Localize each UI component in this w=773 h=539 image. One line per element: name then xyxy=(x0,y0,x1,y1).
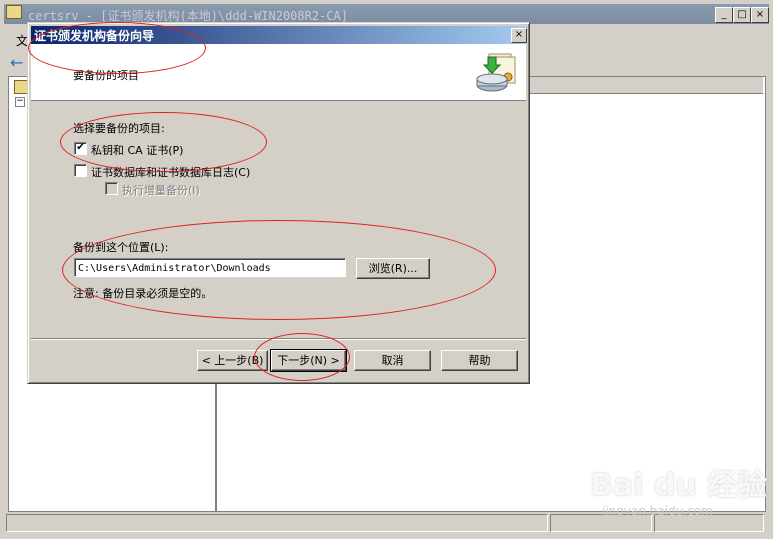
incremental-label: 执行增量备份(I) xyxy=(122,184,200,197)
private-key-label[interactable]: 私钥和 CA 证书(P) xyxy=(91,142,183,158)
certificate-backup-icon xyxy=(476,53,516,92)
cancel-button[interactable]: 取消 xyxy=(354,350,431,371)
browse-button[interactable]: 浏览(R)... xyxy=(356,258,430,279)
back-arrow-icon[interactable]: ← xyxy=(10,55,28,71)
database-checkbox[interactable] xyxy=(74,164,87,177)
backup-location-input[interactable]: C:\Users\Administrator\Downloads xyxy=(74,258,346,277)
baidu-watermark-url: jingyan.baidu.com xyxy=(602,504,713,518)
maximize-button[interactable]: □ xyxy=(733,7,751,23)
empty-directory-note: 注意: 备份目录必须是空的。 xyxy=(73,287,213,300)
certsrv-icon xyxy=(6,5,22,19)
items-label: 选择要备份的项目: xyxy=(73,122,165,135)
location-label: 备份到这个位置(L): xyxy=(73,241,169,254)
incremental-checkbox[interactable] xyxy=(105,182,118,195)
minimize-button[interactable]: _ xyxy=(715,7,733,23)
help-button[interactable]: 帮助 xyxy=(441,350,518,371)
backup-wizard-dialog: 证书颁发机构备份向导 × 要备份的项目 选择要备份的项目: ✔ 私钥和 CA 证… xyxy=(27,22,530,384)
wizard-header: 要备份的项目 xyxy=(31,44,526,101)
wizard-close-button[interactable]: × xyxy=(511,28,527,43)
menu-file[interactable]: 文 xyxy=(8,28,28,48)
wizard-title: 证书颁发机构备份向导 xyxy=(34,29,155,43)
private-key-checkbox[interactable]: ✔ xyxy=(74,142,87,155)
close-button[interactable]: × xyxy=(751,7,769,23)
status-cell xyxy=(6,514,548,532)
ca-node-icon[interactable] xyxy=(14,80,28,94)
mmc-title-bar: certsrv - [证书颁发机构(本地)\ddd-WIN2008R2-CA] … xyxy=(4,4,769,24)
back-button[interactable]: < 上一步(B) xyxy=(197,350,268,371)
wizard-header-text: 要备份的项目 xyxy=(73,69,139,82)
tree-collapse-icon[interactable]: − xyxy=(15,97,25,107)
database-label[interactable]: 证书数据库和证书数据库日志(C) xyxy=(91,164,250,180)
wizard-title-bar[interactable]: 证书颁发机构备份向导 × xyxy=(31,26,527,44)
button-separator xyxy=(31,338,526,340)
baidu-watermark: Bai du 经验 xyxy=(590,468,768,503)
next-button[interactable]: 下一步(N) > xyxy=(270,349,347,372)
